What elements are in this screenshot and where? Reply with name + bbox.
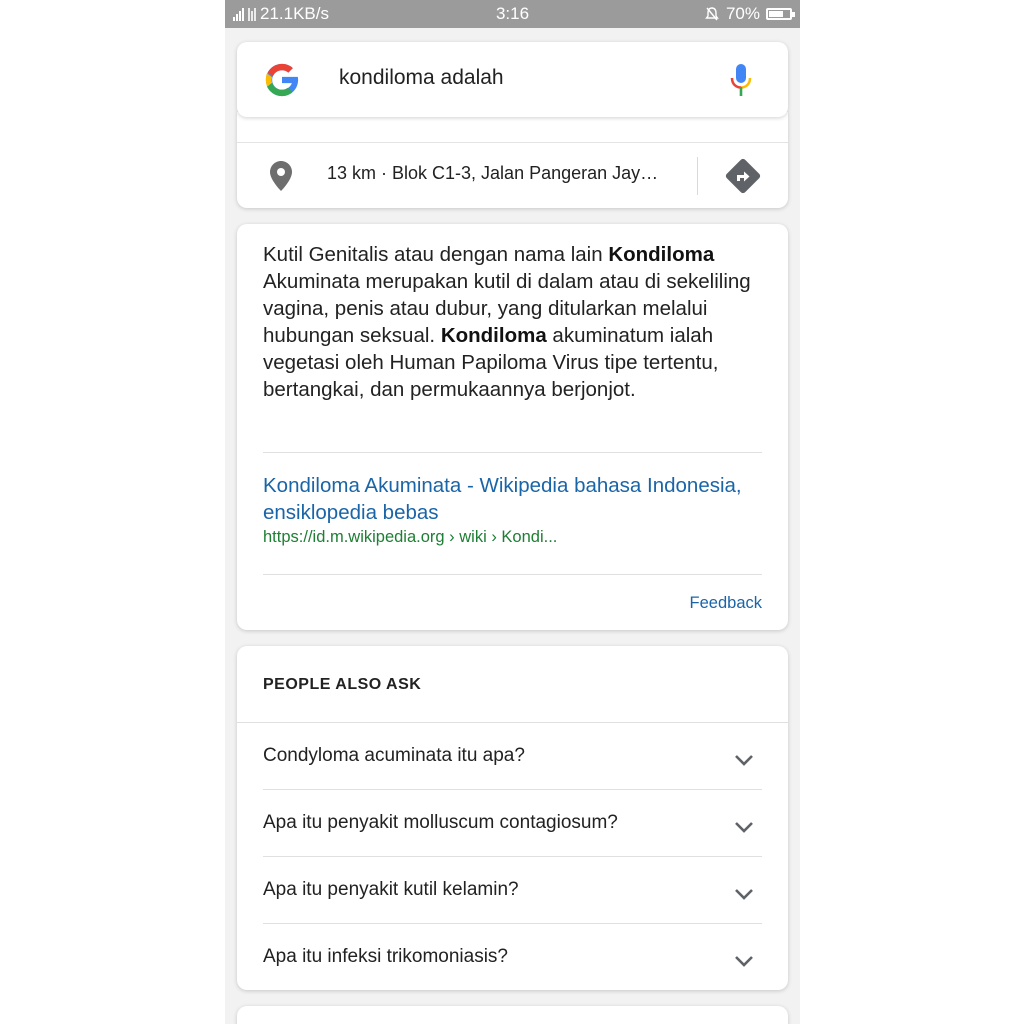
snippet-bold-term: Kondiloma: [440, 324, 547, 347]
divider: [697, 157, 698, 195]
source-url[interactable]: https://id.m.wikipedia.org › wiki › Kond…: [263, 528, 557, 547]
chevron-down-icon[interactable]: [734, 820, 754, 834]
divider: [263, 452, 762, 453]
chevron-down-icon[interactable]: [734, 887, 754, 901]
people-also-ask-title: PEOPLE ALSO ASK: [263, 676, 422, 693]
map-address[interactable]: 13 km · Blok C1-3, Jalan Pangeran Jay…: [327, 163, 658, 184]
directions-icon[interactable]: [724, 157, 762, 195]
featured-snippet-card: Kutil Genitalis atau dengan nama lain Ko…: [237, 224, 788, 630]
people-also-ask-card: PEOPLE ALSO ASK Condyloma acuminata itu …: [237, 646, 788, 990]
question-text: Apa itu penyakit kutil kelamin?: [263, 879, 519, 900]
question-text: Condyloma acuminata itu apa?: [263, 745, 525, 766]
snippet-text: Kutil Genitalis atau dengan nama lain Ko…: [263, 241, 768, 403]
next-result-card: [237, 1006, 788, 1024]
map-result-card[interactable]: 13 km · Blok C1-3, Jalan Pangeran Jay…: [237, 112, 788, 208]
question-item[interactable]: Apa itu penyakit kutil kelamin?: [263, 857, 762, 924]
chevron-down-icon[interactable]: [734, 954, 754, 968]
question-text: Apa itu penyakit molluscum contagiosum?: [263, 812, 618, 833]
chevron-down-icon[interactable]: [734, 753, 754, 767]
status-bar: 21.1KB/s 3:16 70%: [225, 0, 800, 28]
status-right: 70%: [704, 4, 795, 24]
battery-icon: [766, 8, 795, 20]
feedback-link[interactable]: Feedback: [690, 594, 762, 613]
question-item[interactable]: Condyloma acuminata itu apa?: [263, 723, 762, 790]
question-item[interactable]: Apa itu penyakit molluscum contagiosum?: [263, 790, 762, 857]
snippet-segment: Kutil Genitalis atau dengan nama lain: [263, 243, 609, 266]
source-title-link[interactable]: Kondiloma Akuminata - Wikipedia bahasa I…: [263, 472, 753, 526]
google-g-icon: [265, 63, 300, 97]
search-bar[interactable]: kondiloma adalah: [237, 42, 788, 117]
microphone-icon[interactable]: [729, 62, 753, 100]
phone-screen: 21.1KB/s 3:16 70% 13 km · Blok C1-3, Jal…: [225, 0, 800, 1024]
battery-percent: 70%: [725, 4, 760, 23]
snippet-bold-term: Kondiloma: [608, 243, 715, 266]
divider: [263, 574, 762, 575]
location-pin-icon: [270, 161, 292, 191]
notification-muted-icon: [705, 7, 719, 21]
question-text: Apa itu infeksi trikomoniasis?: [263, 946, 508, 967]
divider: [237, 142, 788, 143]
question-item[interactable]: Apa itu infeksi trikomoniasis?: [263, 924, 762, 991]
search-query[interactable]: kondiloma adalah: [339, 66, 504, 90]
